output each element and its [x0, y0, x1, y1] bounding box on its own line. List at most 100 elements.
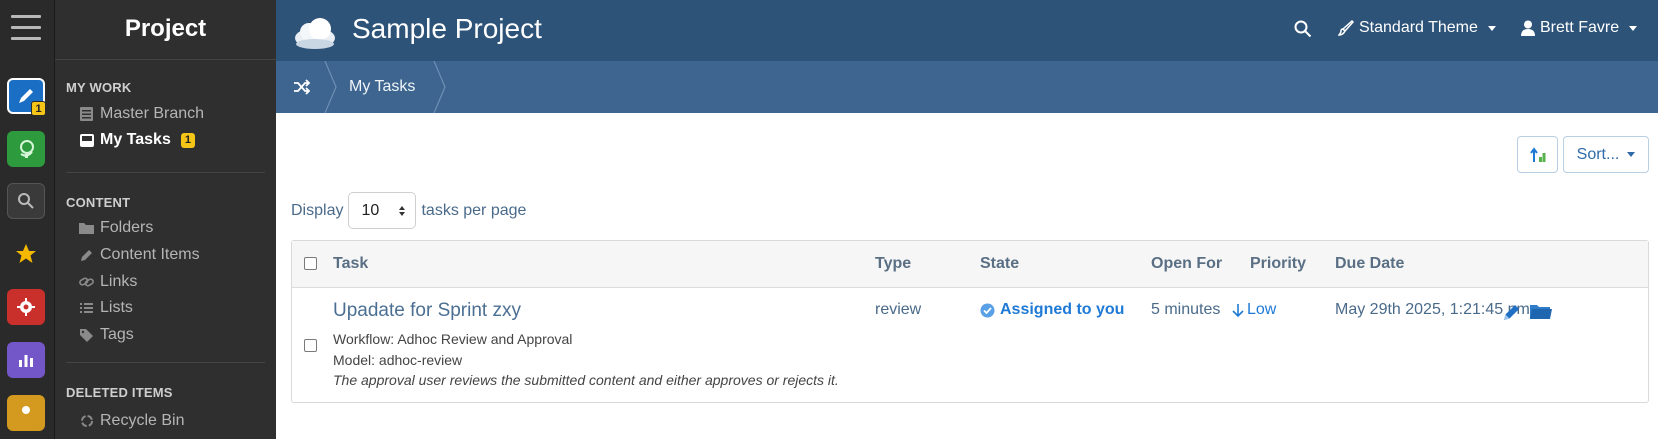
- nav-item-label: Lists: [100, 299, 133, 316]
- link-icon: [79, 275, 94, 290]
- folder-icon: [79, 221, 94, 236]
- nav-item-label: Content Items: [100, 246, 200, 263]
- tag-icon: [79, 328, 94, 343]
- nav-item-lists[interactable]: Lists: [79, 299, 133, 317]
- app-title: Sample Project: [352, 13, 542, 44]
- task-open-for: 5 minutes: [1151, 301, 1221, 318]
- column-header-task[interactable]: Task: [333, 255, 368, 273]
- star-icon: [16, 244, 36, 263]
- breadcrumb-current[interactable]: My Tasks: [349, 78, 415, 96]
- shuffle-icon: [294, 79, 311, 95]
- theme-label: Standard Theme: [1359, 19, 1478, 36]
- column-header-priority[interactable]: Priority: [1250, 255, 1306, 273]
- user-menu-dropdown[interactable]: Brett Favre: [1521, 19, 1638, 37]
- task-priority-label: Low: [1247, 301, 1277, 318]
- gear-icon: [17, 298, 35, 316]
- select-arrows-icon: [399, 206, 406, 216]
- task-model: Model: adhoc-review: [333, 352, 463, 368]
- page-size-select[interactable]: 10: [348, 192, 417, 229]
- nav-item-label: Tags: [100, 326, 134, 343]
- column-header-state[interactable]: State: [980, 255, 1019, 273]
- brush-icon: [1338, 20, 1354, 36]
- theme-dropdown[interactable]: Standard Theme: [1338, 19, 1496, 37]
- task-description: The approval user reviews the submitted …: [333, 372, 839, 388]
- edit-task-button[interactable]: [1502, 302, 1522, 327]
- nav-item-my-tasks[interactable]: My Tasks 1: [79, 131, 195, 149]
- pencil-icon: [79, 248, 94, 263]
- nav-item-label: Folders: [100, 219, 154, 236]
- check-badge-icon: [980, 303, 995, 317]
- column-header-due-date[interactable]: Due Date: [1335, 255, 1404, 273]
- rail-edit-badge: 1: [31, 101, 46, 116]
- top-header: Sample Project Standard Theme Brett Favr…: [276, 0, 1658, 61]
- header-search-button[interactable]: [1294, 20, 1312, 43]
- open-folder-button[interactable]: [1530, 303, 1552, 326]
- column-header-open-for[interactable]: Open For: [1151, 255, 1222, 273]
- rail-users-button[interactable]: [7, 395, 45, 431]
- folder-icon: [1530, 305, 1552, 319]
- chevron-down-icon: [1629, 25, 1638, 31]
- sort-dropdown-button[interactable]: Sort...: [1563, 136, 1649, 173]
- task-workflow: Workflow: Adhoc Review and Approval: [333, 331, 573, 347]
- nav-item-label: Master Branch: [100, 105, 205, 122]
- hamburger-icon[interactable]: [11, 15, 41, 41]
- user-name: Brett Favre: [1540, 19, 1620, 36]
- task-table: Task Type State Open For Priority Due Da…: [291, 240, 1649, 403]
- table-header: Task Type State Open For Priority Due Da…: [292, 241, 1648, 288]
- select-all-checkbox[interactable]: [304, 257, 317, 270]
- task-type: review: [875, 301, 922, 318]
- pencil-icon: [1504, 305, 1519, 320]
- nav-item-label: My Tasks: [100, 131, 171, 148]
- users-icon: [22, 406, 30, 414]
- chevron-down-icon: [1627, 152, 1636, 157]
- nav-divider: [66, 172, 265, 173]
- nav-item-folders[interactable]: Folders: [79, 219, 153, 237]
- nav-item-label: Recycle Bin: [100, 412, 185, 429]
- task-state-label: Assigned to you: [1000, 301, 1125, 318]
- breadcrumb: My Tasks: [276, 61, 1658, 113]
- nav-item-recycle-bin[interactable]: Recycle Bin: [79, 412, 184, 430]
- user-icon: [1521, 20, 1535, 36]
- chevron-down-icon: [1487, 25, 1496, 31]
- icon-rail: 1: [0, 0, 55, 439]
- task-title-link[interactable]: Upadate for Sprint zxy: [333, 300, 521, 322]
- rail-settings-button[interactable]: [7, 289, 45, 325]
- nav-item-master-branch[interactable]: Master Branch: [79, 105, 204, 123]
- row-checkbox[interactable]: [304, 339, 317, 352]
- inbox-icon: [79, 133, 94, 148]
- nav-item-content-items[interactable]: Content Items: [79, 246, 200, 264]
- rail-favorites-button[interactable]: [7, 236, 45, 272]
- page-size-value: 10: [361, 201, 380, 219]
- rail-globe-button[interactable]: [7, 131, 45, 167]
- sort-order-button[interactable]: [1517, 136, 1558, 173]
- nav-section-deleted-items: DELETED ITEMS: [66, 385, 173, 400]
- nav-item-tags[interactable]: Tags: [79, 326, 134, 344]
- cloud-logo-icon: [295, 18, 335, 49]
- per-page-label: tasks per page: [421, 201, 527, 219]
- rail-edit-button[interactable]: 1: [7, 78, 46, 116]
- my-tasks-count-badge: 1: [180, 132, 195, 148]
- nav-section-my-work: MY WORK: [66, 80, 132, 95]
- nav-item-links[interactable]: Links: [79, 273, 137, 291]
- task-priority: Low: [1232, 301, 1276, 319]
- sort-ascending-icon: [1529, 146, 1545, 162]
- column-header-type[interactable]: Type: [875, 255, 911, 273]
- side-navigation: Project MY WORK Master Branch My Tasks 1…: [55, 0, 276, 439]
- breadcrumb-workflow-button[interactable]: [276, 61, 328, 113]
- list-icon: [79, 301, 94, 316]
- rail-reports-button[interactable]: [7, 342, 45, 378]
- rail-search-button[interactable]: [7, 183, 45, 219]
- display-label: Display: [291, 201, 344, 219]
- chart-icon: [19, 355, 33, 367]
- search-icon: [1294, 20, 1312, 38]
- nav-section-content: CONTENT: [66, 195, 131, 210]
- page-size-control: Display 10 tasks per page: [291, 192, 526, 229]
- breadcrumb-separator: [433, 61, 446, 113]
- search-icon: [18, 193, 34, 209]
- globe-icon: [20, 140, 34, 158]
- breadcrumb-separator: [324, 61, 337, 113]
- task-state: Assigned to you: [980, 301, 1124, 319]
- task-due-date: May 29th 2025, 1:21:45 pm: [1335, 301, 1530, 318]
- server-icon: [79, 107, 94, 122]
- arrow-down-icon: [1232, 303, 1244, 317]
